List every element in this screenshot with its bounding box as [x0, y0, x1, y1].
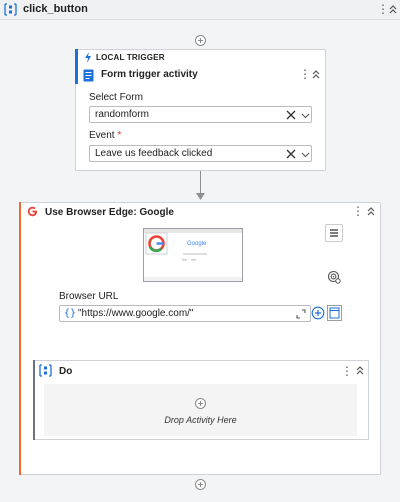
add-activity-icon[interactable]: [195, 398, 206, 409]
hamburger-icon: [330, 229, 338, 237]
browser-collapse-icon[interactable]: [366, 205, 376, 218]
trigger-title: Form trigger activity: [101, 69, 198, 80]
do-collapse-icon[interactable]: [355, 364, 365, 377]
browser-url-label: Browser URL: [59, 291, 119, 302]
add-activity-bottom-icon[interactable]: [195, 479, 206, 490]
select-form-label: Select Form: [89, 92, 143, 103]
trigger-section-label: LOCAL TRIGGER: [96, 53, 165, 62]
expand-icon[interactable]: [296, 309, 306, 319]
browser-menu-icon[interactable]: ⋮: [352, 204, 364, 218]
event-label: Event *: [89, 130, 122, 141]
trigger-accent-bar: [75, 49, 78, 84]
google-icon: [27, 206, 38, 217]
options-menu-button[interactable]: [325, 224, 343, 242]
browser-screenshot-thumbnail[interactable]: Google: [143, 228, 243, 282]
indicate-target-icon[interactable]: [327, 270, 341, 284]
chevron-down-icon[interactable]: [301, 150, 310, 159]
expression-braces-icon: {}: [64, 308, 77, 319]
thumbnail-graphic: [144, 229, 242, 281]
browser-accent-bar: [19, 202, 21, 475]
event-dropdown[interactable]: Leave us feedback clicked: [89, 145, 312, 162]
do-title: Do: [59, 366, 73, 377]
collapse-chevrons-icon[interactable]: [388, 2, 398, 16]
sequence-icon: [39, 364, 52, 377]
trigger-menu-icon[interactable]: ⋮: [299, 67, 311, 81]
browser-title: Use Browser Edge: Google: [45, 207, 174, 218]
do-menu-icon[interactable]: ⋮: [341, 364, 353, 378]
trigger-collapse-icon[interactable]: [311, 68, 321, 81]
add-activity-top-icon[interactable]: [195, 35, 206, 46]
sequence-icon: [4, 3, 17, 16]
select-form-dropdown[interactable]: randomform: [89, 106, 312, 123]
url-picker-icon[interactable]: [327, 305, 342, 321]
browser-url-input[interactable]: {} "https://www.google.com/": [59, 305, 311, 322]
thumbnail-google-text: Google: [187, 241, 207, 247]
lightning-icon: [85, 52, 91, 63]
drop-activity-text: Drop Activity Here: [164, 415, 237, 425]
do-accent-bar: [33, 360, 35, 440]
clear-icon[interactable]: [286, 149, 296, 159]
clear-icon[interactable]: [286, 110, 296, 120]
workflow-title: click_button: [23, 3, 88, 15]
connector-line: [200, 171, 201, 195]
drop-activity-zone[interactable]: [44, 384, 357, 436]
arrow-down-icon: [196, 193, 205, 200]
select-form-value: randomform: [95, 109, 149, 120]
workflow-header: click_button ⋮: [0, 0, 400, 20]
event-value: Leave us feedback clicked: [95, 148, 213, 159]
browser-url-value: "https://www.google.com/": [78, 308, 194, 319]
add-variable-icon[interactable]: [311, 306, 325, 320]
form-icon: [83, 69, 94, 82]
chevron-down-icon[interactable]: [301, 111, 310, 120]
